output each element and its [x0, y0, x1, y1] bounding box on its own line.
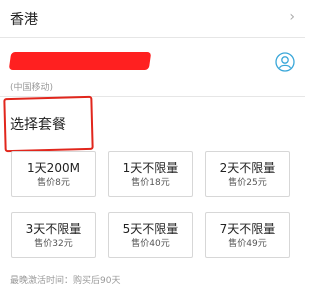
plan-name: 5天不限量 — [122, 222, 179, 236]
plan-card-3day-unlimited[interactable]: 3天不限量 售价32元 — [11, 212, 96, 258]
account-row[interactable]: (中国移动) — [0, 38, 305, 97]
plan-name: 7天不限量 — [219, 222, 276, 236]
plan-section-title: 选择套餐 — [10, 117, 66, 133]
plan-name: 3天不限量 — [25, 222, 82, 236]
chevron-right-icon: › — [289, 9, 295, 25]
plan-price: 售价18元 — [131, 178, 170, 188]
plan-price: 售价32元 — [34, 239, 73, 249]
carrier-label: (中国移动) — [10, 83, 54, 93]
plan-card-2day-unlimited[interactable]: 2天不限量 售价25元 — [205, 151, 290, 197]
plan-card-1day-200m[interactable]: 1天200M 售价8元 — [11, 151, 96, 197]
region-label: 香港 — [10, 12, 38, 28]
plan-price: 售价49元 — [228, 239, 267, 249]
user-circle-icon[interactable] — [275, 52, 295, 72]
plan-name: 1天不限量 — [122, 161, 179, 175]
plan-price: 售价40元 — [131, 239, 170, 249]
region-selector[interactable]: 香港 › — [0, 0, 305, 38]
plan-card-7day-unlimited[interactable]: 7天不限量 售价49元 — [205, 212, 290, 258]
activation-deadline-note: 最晚激活时间：购买后90天 — [10, 276, 121, 286]
plan-card-1day-unlimited[interactable]: 1天不限量 售价18元 — [108, 151, 193, 197]
redacted-phone-number — [8, 52, 152, 70]
plan-price: 售价25元 — [228, 178, 267, 188]
plan-card-5day-unlimited[interactable]: 5天不限量 售价40元 — [108, 212, 193, 258]
plan-price: 售价8元 — [37, 178, 70, 188]
plan-name: 2天不限量 — [219, 161, 276, 175]
plan-name: 1天200M — [27, 161, 80, 175]
